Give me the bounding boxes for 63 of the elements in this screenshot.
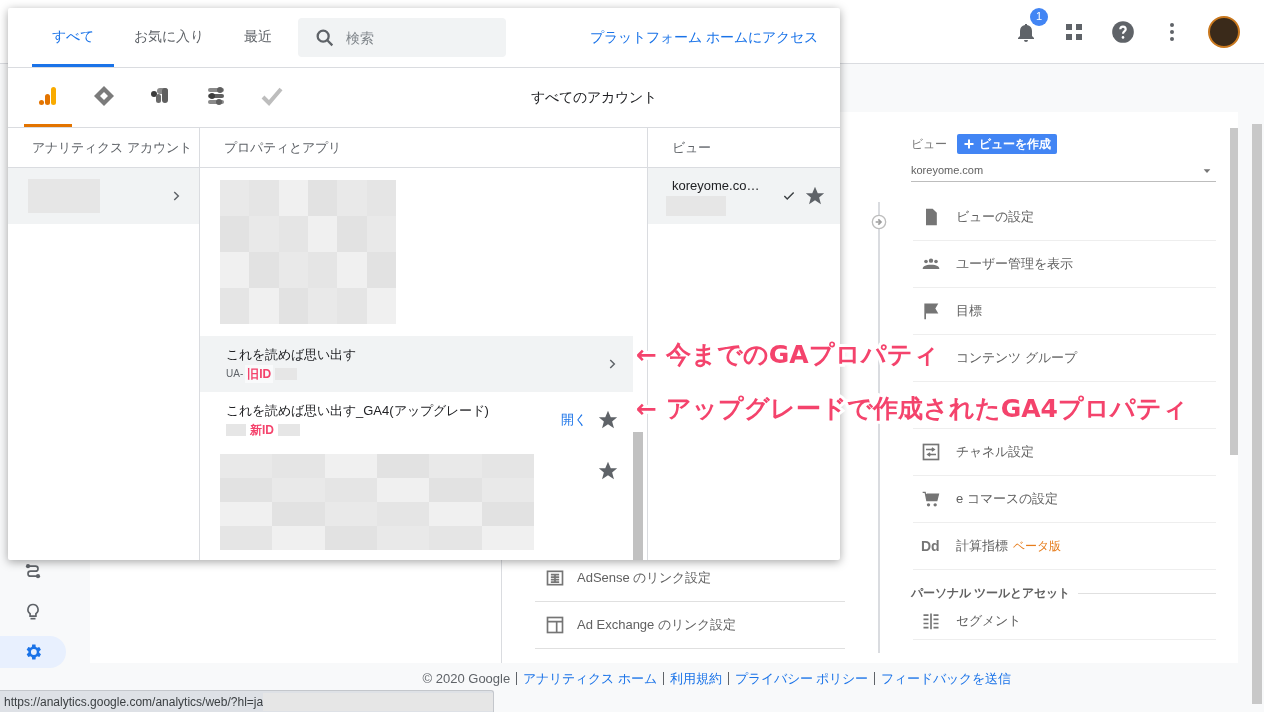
- search-field[interactable]: 検索: [298, 18, 506, 57]
- metric-icon: Dd: [921, 535, 941, 557]
- layout-icon: [545, 615, 565, 635]
- search-icon: [314, 27, 336, 49]
- settings-link[interactable]: 計算指標: [956, 536, 1008, 556]
- status-url: https://analytics.google.com/analytics/web/?hl=ja: [4, 693, 264, 711]
- grid-icon: [545, 568, 565, 588]
- tab[interactable]: すべて: [32, 8, 114, 67]
- flag-icon: [921, 301, 941, 321]
- star-icon[interactable]: [804, 185, 826, 207]
- redacted-block: [226, 423, 246, 436]
- scrollbar-thumb[interactable]: [633, 432, 643, 560]
- annotation-text: ← 今までのGAプロパティ: [636, 339, 939, 371]
- view-row[interactable]: koreyome.co…: [648, 168, 840, 224]
- star-icon[interactable]: [597, 460, 619, 482]
- property-name: これを読めば思い出す: [226, 346, 357, 365]
- view-label: ビュー: [911, 136, 947, 153]
- checkmark-icon: [782, 189, 796, 203]
- beta-label: ベータ版: [1013, 538, 1061, 555]
- redacted-block: [278, 423, 300, 436]
- settings-link[interactable]: ユーザー管理を表示: [956, 254, 1073, 274]
- settings-link[interactable]: 目標: [956, 301, 982, 321]
- section-heading: パーソナル ツールとアセット: [911, 585, 1071, 602]
- property-row[interactable]: これを読めば思い出す UA- 旧ID: [200, 336, 633, 392]
- diamond-icon: [92, 84, 116, 108]
- scope-label: すべてのアカウント: [531, 88, 657, 107]
- property-row[interactable]: これを読めば思い出す_GA4(アップグレード) 新ID 開く: [200, 392, 633, 448]
- property-name: これを読めば思い出す_GA4(アップグレード): [226, 402, 490, 421]
- id-annotation: 旧ID: [245, 364, 274, 383]
- help-icon[interactable]: [1110, 18, 1136, 45]
- footer-link[interactable]: フィードバックを送信: [881, 669, 1012, 689]
- footer-link[interactable]: アナリティクス ホーム: [523, 669, 657, 689]
- plus-icon: [963, 138, 975, 150]
- star-icon[interactable]: [597, 409, 619, 431]
- open-link[interactable]: 開く: [561, 410, 587, 430]
- scrollbar-thumb[interactable]: [1230, 128, 1238, 455]
- footer-link[interactable]: 利用規約: [669, 669, 722, 689]
- property-id: UA-: [226, 367, 244, 382]
- page-scrollbar[interactable]: [1252, 124, 1262, 704]
- settings-link[interactable]: ビューの設定: [956, 207, 1034, 227]
- avatar[interactable]: [1208, 15, 1240, 48]
- settings-link[interactable]: e コマースの設定: [956, 489, 1058, 509]
- footer-link[interactable]: プライバシー ポリシー: [734, 669, 869, 689]
- settings-link[interactable]: Ad Exchange のリンク設定: [577, 615, 736, 635]
- settings-link[interactable]: コンテンツ グループ: [956, 348, 1077, 368]
- nav-item[interactable]: [0, 636, 66, 668]
- copyright-text: © 2020 Google: [422, 670, 511, 688]
- cart-icon: [921, 489, 941, 509]
- settings-link[interactable]: チャネル設定: [956, 442, 1034, 462]
- annotation-text: ← アップグレードで作成されたGA4プロパティ: [636, 393, 1188, 425]
- tab[interactable]: 最近: [224, 8, 292, 67]
- id-annotation: 新ID: [248, 420, 276, 439]
- column-header: プロパティとアプリ: [200, 128, 647, 168]
- settings-link[interactable]: セグメント: [956, 610, 1021, 631]
- arrow-circle-icon: [871, 214, 887, 230]
- tab[interactable]: お気に入り: [114, 8, 224, 67]
- notification-badge: 1: [1030, 7, 1048, 26]
- view-selector[interactable]: koreyome.com: [911, 160, 1216, 182]
- create-view-button[interactable]: ビューを作成: [957, 134, 1057, 154]
- settings-link[interactable]: AdSense のリンク設定: [577, 568, 712, 588]
- arrows-icon: [921, 442, 941, 462]
- platform-home-link[interactable]: プラットフォーム ホームにアクセス: [590, 27, 818, 48]
- view-name: koreyome.co…: [672, 177, 761, 196]
